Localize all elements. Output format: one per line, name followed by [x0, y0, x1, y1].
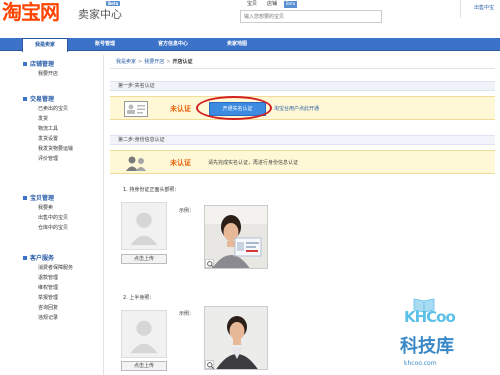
- selling-items-link[interactable]: 出售中宝: [474, 4, 494, 11]
- step1-status: 未认证: [170, 105, 191, 113]
- photo2-label: 2. 上半身照：: [123, 295, 155, 301]
- sidebar-item-sold-items[interactable]: 已卖出的宝贝: [22, 104, 102, 114]
- photo2-example-label: 示例：: [179, 311, 195, 317]
- search-beta-badge: Beta: [284, 1, 298, 8]
- step2-row: 未认证 请先完成实名认证，再进行身份信息认证: [110, 150, 495, 174]
- search-tabs: 宝贝 店铺 Beta: [242, 0, 298, 8]
- sidebar-section-items: 宝贝管理 我要卖 出售中的宝贝 仓库中的宝贝: [22, 194, 102, 233]
- section-bullet-icon: [23, 256, 27, 260]
- zoom-icon[interactable]: [205, 259, 215, 268]
- sidebar-item-reports[interactable]: 举报管理: [22, 293, 102, 303]
- seller-center-title: 卖家中心: [78, 8, 122, 21]
- sidebar-item-shipping-settings[interactable]: 发货设置: [22, 134, 102, 144]
- photo1-example-label: 示例：: [179, 208, 195, 214]
- id-card-icon: [124, 101, 148, 117]
- tab-seller-map[interactable]: 卖家地图: [212, 38, 262, 51]
- sidebar-item-refunds[interactable]: 退款管理: [22, 273, 102, 283]
- example-photo-half-body[interactable]: [204, 306, 268, 370]
- upload-button-2[interactable]: 点击上传: [121, 361, 167, 371]
- sidebar-item-violations[interactable]: 违规记录: [22, 313, 102, 323]
- upload-button-1[interactable]: 点击上传: [121, 254, 167, 264]
- zoom-icon[interactable]: [205, 360, 215, 369]
- step1-row: 未认证 开通实名认证 淘宝台用户点此开通: [110, 96, 495, 120]
- section-bullet-icon: [23, 196, 27, 200]
- section-bullet-icon: [23, 62, 27, 66]
- section-bullet-icon: [23, 97, 27, 101]
- step1-title: 第一步:实名认证: [110, 81, 495, 91]
- beta-badge: Beta: [106, 1, 121, 6]
- tab-account-management[interactable]: 账号管理: [80, 38, 130, 51]
- search-tab-items[interactable]: 宝贝: [242, 0, 262, 8]
- tab-i-am-seller[interactable]: 我是卖家: [22, 38, 68, 52]
- magnifier-icon: [207, 261, 215, 268]
- watermark-cn: 科技库: [400, 336, 454, 357]
- sidebar-section-shop: 店铺管理 我要开店: [22, 60, 102, 79]
- sidebar-item-on-sale[interactable]: 出售中的宝贝: [22, 213, 102, 223]
- avatar-placeholder-2: [121, 310, 167, 358]
- sidebar-item-ship[interactable]: 发货: [22, 114, 102, 124]
- sidebar-item-open-shop[interactable]: 我要开店: [22, 69, 102, 79]
- breadcrumb-seller[interactable]: 我是卖家: [116, 59, 136, 65]
- taobao-logo[interactable]: 淘宝网: [2, 0, 80, 24]
- watermark: KHCoo 科技库 khcoo.com: [398, 294, 500, 375]
- watermark-brand: KHCoo: [404, 308, 456, 326]
- person-silhouette-icon: [122, 203, 166, 249]
- logo-main-text: 淘宝网: [2, 0, 60, 24]
- sidebar-heading: 宝贝管理: [22, 194, 102, 203]
- sidebar-item-sell[interactable]: 我要卖: [22, 203, 102, 213]
- search-tab-shops[interactable]: 店铺: [262, 0, 282, 8]
- photo1-label: 1. 持身份证正面头部照：: [123, 187, 180, 193]
- step2-status: 未认证: [170, 159, 191, 167]
- breadcrumb-open-shop[interactable]: 我要开店: [144, 59, 164, 65]
- search-input[interactable]: [241, 11, 381, 22]
- enable-real-name-button[interactable]: 开通实名认证: [209, 102, 266, 116]
- sidebar-item-consumer-protection[interactable]: 消费者保障服务: [22, 263, 102, 273]
- sidebar: 店铺管理 我要开店 交易管理 已卖出的宝贝 发货 物流工具 发货设置 我发货物要…: [18, 55, 104, 375]
- person-silhouette-icon: [122, 311, 166, 357]
- step2-title: 第二步:身份信息认证: [110, 135, 495, 145]
- breadcrumb: 我是卖家 > 我要开店 > 开店认证: [110, 55, 495, 69]
- avatar-placeholder: [121, 202, 167, 250]
- search-box[interactable]: [240, 10, 382, 23]
- sidebar-item-inquiries[interactable]: 咨询回复: [22, 303, 102, 313]
- site-header: 淘宝网 卖家中心 Beta 宝贝 店铺 Beta 出售中宝: [0, 0, 500, 38]
- sidebar-item-freight[interactable]: 我发货物要运输: [22, 144, 102, 154]
- step1-hint-link[interactable]: 淘宝台用户点此开通: [274, 97, 319, 121]
- step2-hint: 请先完成实名认证，再进行身份信息认证: [208, 160, 299, 166]
- sidebar-section-service: 客户服务 消费者保障服务 退款管理 维权管理 举报管理 咨询回复 违规记录: [22, 254, 102, 323]
- main-nav: 我是卖家 账号管理 官方信息中心 卖家地图: [0, 38, 500, 52]
- sidebar-item-reviews[interactable]: 评价管理: [22, 154, 102, 164]
- sidebar-item-warehouse[interactable]: 仓库中的宝贝: [22, 223, 102, 233]
- sidebar-heading: 客户服务: [22, 254, 102, 263]
- sidebar-item-logistics-tools[interactable]: 物流工具: [22, 124, 102, 134]
- example-photo-id[interactable]: [204, 205, 268, 269]
- sidebar-section-trade: 交易管理 已卖出的宝贝 发货 物流工具 发货设置 我发货物要运输 评价管理: [22, 95, 102, 164]
- sidebar-heading: 店铺管理: [22, 60, 102, 69]
- watermark-url: khcoo.com: [404, 360, 437, 367]
- magnifier-icon: [207, 362, 215, 369]
- tab-official-info-center[interactable]: 官方信息中心: [140, 38, 206, 51]
- sidebar-item-rights[interactable]: 维权管理: [22, 283, 102, 293]
- sidebar-heading: 交易管理: [22, 95, 102, 104]
- header-divider: [460, 0, 461, 18]
- breadcrumb-current: 开店认证: [172, 59, 193, 65]
- users-icon: [126, 156, 146, 171]
